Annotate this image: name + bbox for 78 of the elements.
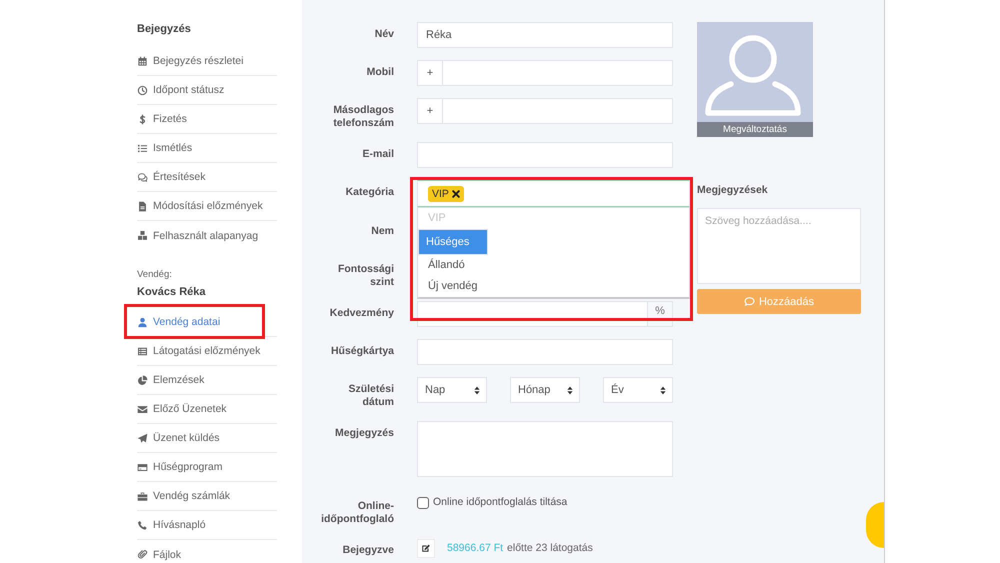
- sidebar-item[interactable]: Időpont státusz: [137, 83, 224, 97]
- notes-title: Megjegyzések: [697, 184, 768, 196]
- sidebar-item[interactable]: Vendég adatai: [137, 315, 220, 329]
- select-field[interactable]: Nap: [417, 377, 487, 403]
- textarea-field[interactable]: [417, 421, 673, 477]
- section-title: Bejegyzés: [137, 22, 191, 36]
- field-label: Bejegyzve: [342, 544, 394, 557]
- envelope-icon: [137, 404, 148, 414]
- updown-caret-icon: [567, 386, 573, 394]
- field-label: Nem: [371, 225, 394, 238]
- edit-icon: [421, 543, 431, 553]
- comment-icon: [744, 296, 755, 307]
- dropdown-option[interactable]: Hűséges: [418, 229, 488, 255]
- sidebar-item[interactable]: Ismétlés: [137, 141, 192, 155]
- paperclip-icon: [137, 549, 148, 560]
- field-label: Kategória: [346, 186, 394, 199]
- input-field[interactable]: [443, 98, 673, 124]
- select-field[interactable]: Hónap: [510, 377, 580, 403]
- paper-plane-icon: [137, 432, 148, 444]
- document-icon: [137, 200, 148, 212]
- sidebar-item[interactable]: Bejegyzés részletei: [137, 54, 244, 68]
- field-label: Megjegyzés: [335, 427, 394, 440]
- notes-field[interactable]: Szöveg hozzáadása....: [697, 208, 861, 284]
- briefcase-icon: [137, 490, 148, 502]
- user-icon: [137, 316, 148, 328]
- field-label: Másodlagos telefonszám: [332, 104, 394, 130]
- visits-text: előtte 23 látogatás: [507, 542, 593, 554]
- guest-name: Kovács Réka: [137, 285, 206, 299]
- close-icon[interactable]: [452, 190, 460, 198]
- sidebar-item[interactable]: Hűségprogram: [137, 460, 222, 474]
- edit-button[interactable]: [417, 538, 435, 558]
- clock-icon: [137, 84, 148, 96]
- field-label: Mobil: [366, 66, 394, 79]
- sidebar-item[interactable]: Előző Üzenetek: [137, 402, 227, 416]
- dollar-icon: [137, 114, 148, 124]
- chat-icon: [137, 172, 148, 182]
- sidebar-item[interactable]: Látogatási előzmények: [137, 344, 260, 358]
- sidebar-item[interactable]: Fizetés: [137, 112, 187, 126]
- input-field[interactable]: [443, 60, 673, 86]
- field-label: Fontossági szint: [336, 263, 394, 289]
- dropdown-option[interactable]: Új vendég: [418, 276, 689, 297]
- prefix-addon: +: [417, 60, 443, 86]
- field-label: Név: [374, 28, 394, 41]
- prefix-addon: +: [417, 98, 443, 124]
- select-field[interactable]: Év: [603, 377, 673, 403]
- cubes-icon: [137, 230, 148, 241]
- field-label: Hűségkártya: [330, 345, 394, 358]
- sidebar-item[interactable]: Vendég számlák: [137, 489, 230, 503]
- sidebar-item[interactable]: Felhasznált alapanyag: [137, 228, 258, 242]
- list-icon: [137, 142, 148, 154]
- checkbox-label[interactable]: Online időpontfoglalás tiltása: [433, 496, 568, 509]
- floating-button[interactable]: [866, 502, 884, 548]
- updown-caret-icon: [474, 386, 480, 394]
- sidebar-item[interactable]: Üzenet küldés: [137, 431, 220, 445]
- pie-chart-icon: [137, 374, 148, 386]
- guest-caption: Vendég:: [137, 268, 172, 281]
- sidebar-item[interactable]: Fájlok: [137, 548, 182, 562]
- phone-icon: [137, 520, 148, 530]
- input-field[interactable]: [417, 339, 673, 365]
- field-label: Születési dátum: [347, 383, 394, 409]
- field-label: Online-időpontfoglaló: [320, 500, 394, 526]
- sidebar-item[interactable]: Módosítási előzmények: [137, 199, 263, 213]
- sidebar-item[interactable]: Elemzések: [137, 373, 204, 387]
- field-label: E-mail: [362, 148, 394, 161]
- input-field[interactable]: [417, 142, 673, 168]
- calendar-icon: [137, 56, 148, 66]
- sidebar-item[interactable]: Értesítések: [137, 170, 206, 184]
- updown-caret-icon: [660, 386, 666, 394]
- dropdown-option[interactable]: Állandó: [418, 255, 689, 276]
- multiselect-field[interactable]: VIP: [417, 180, 690, 207]
- change-photo-button[interactable]: Megváltoztatás: [697, 122, 813, 137]
- list-icon: [137, 346, 148, 356]
- input-field[interactable]: Réka: [417, 22, 673, 48]
- checkbox[interactable]: [417, 496, 429, 508]
- field-label: Kedvezmény: [330, 307, 394, 320]
- sidebar-item[interactable]: Hívásnapló: [137, 518, 206, 532]
- category-tag[interactable]: VIP: [428, 186, 464, 202]
- credit-card-icon: [137, 462, 148, 472]
